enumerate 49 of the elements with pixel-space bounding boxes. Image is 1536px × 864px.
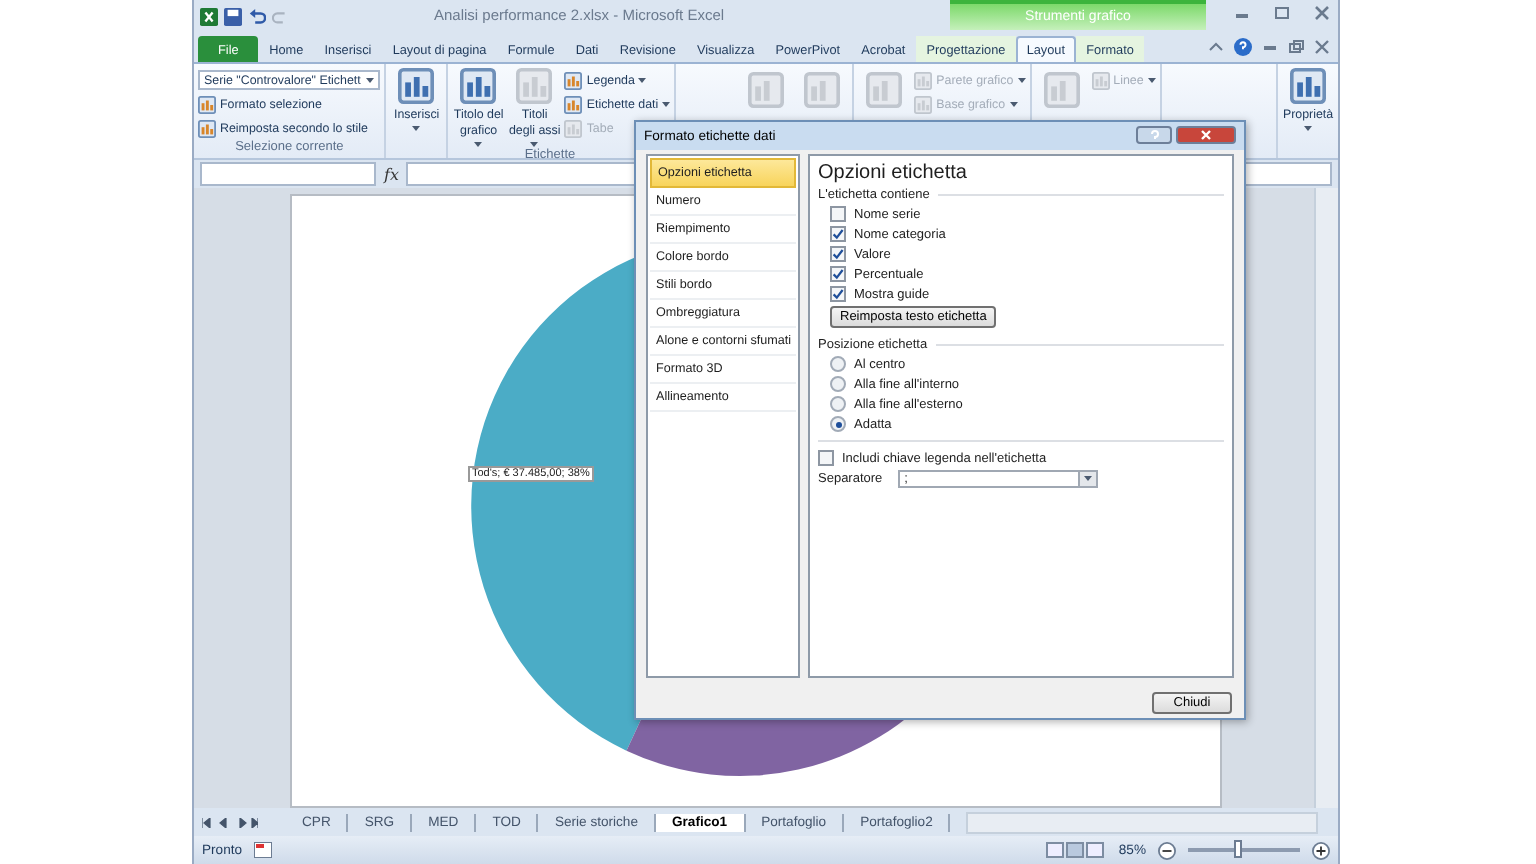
vertical-scrollbar[interactable] — [1314, 188, 1338, 808]
question-mark-icon — [1149, 129, 1159, 141]
horizontal-scrollbar[interactable] — [966, 811, 1318, 833]
radio-button[interactable] — [830, 356, 846, 372]
chart-icon — [198, 95, 216, 113]
checkbox[interactable] — [830, 286, 846, 302]
save-icon[interactable] — [224, 7, 242, 25]
undo-icon[interactable] — [248, 7, 266, 25]
close-button[interactable] — [1176, 126, 1236, 144]
chart-icon — [564, 71, 583, 89]
caret-icon — [1084, 476, 1093, 482]
chart-icon — [516, 68, 553, 104]
help-icon[interactable] — [1234, 38, 1252, 56]
zoom-in-icon[interactable] — [1312, 841, 1330, 859]
macro-icon[interactable] — [254, 842, 273, 858]
zoom-out-icon[interactable] — [1158, 841, 1176, 859]
maximize-icon[interactable] — [1274, 6, 1290, 20]
zoom-slider[interactable] — [1234, 840, 1243, 858]
minimize-icon[interactable] — [1262, 40, 1278, 54]
chart-icon — [914, 95, 933, 113]
view-buttons-icon[interactable] — [1046, 842, 1107, 858]
sheet-navigation-icon[interactable] — [202, 817, 258, 827]
checkbox[interactable] — [830, 266, 846, 282]
radio-button[interactable] — [830, 376, 846, 392]
chart-icon — [564, 119, 583, 137]
radio-button[interactable] — [830, 416, 846, 432]
caret-icon — [366, 77, 375, 83]
panel-heading: Opzioni etichetta — [818, 162, 969, 184]
chart-icon — [1091, 71, 1110, 89]
chart-icon — [198, 119, 216, 137]
close-icon[interactable] — [1314, 6, 1330, 20]
checkbox[interactable] — [830, 226, 846, 242]
checkbox[interactable] — [818, 450, 834, 466]
insert-function-button[interactable]: fx — [384, 165, 399, 183]
excel-logo-icon — [200, 7, 218, 25]
caret-icon[interactable] — [1208, 40, 1224, 54]
chart-icon — [1290, 68, 1326, 104]
checkbox[interactable] — [830, 206, 846, 222]
name-box[interactable] — [200, 162, 376, 186]
chart-icon — [460, 68, 497, 104]
chart-icon — [914, 71, 933, 89]
chart-icon — [564, 95, 583, 113]
restore-icon[interactable] — [1288, 40, 1304, 54]
close-icon — [1200, 130, 1212, 140]
radio-button[interactable] — [830, 396, 846, 412]
chart-icon — [398, 68, 435, 104]
checkbox[interactable] — [830, 246, 846, 262]
help-button[interactable] — [1136, 126, 1172, 144]
close-icon[interactable] — [1314, 40, 1330, 54]
